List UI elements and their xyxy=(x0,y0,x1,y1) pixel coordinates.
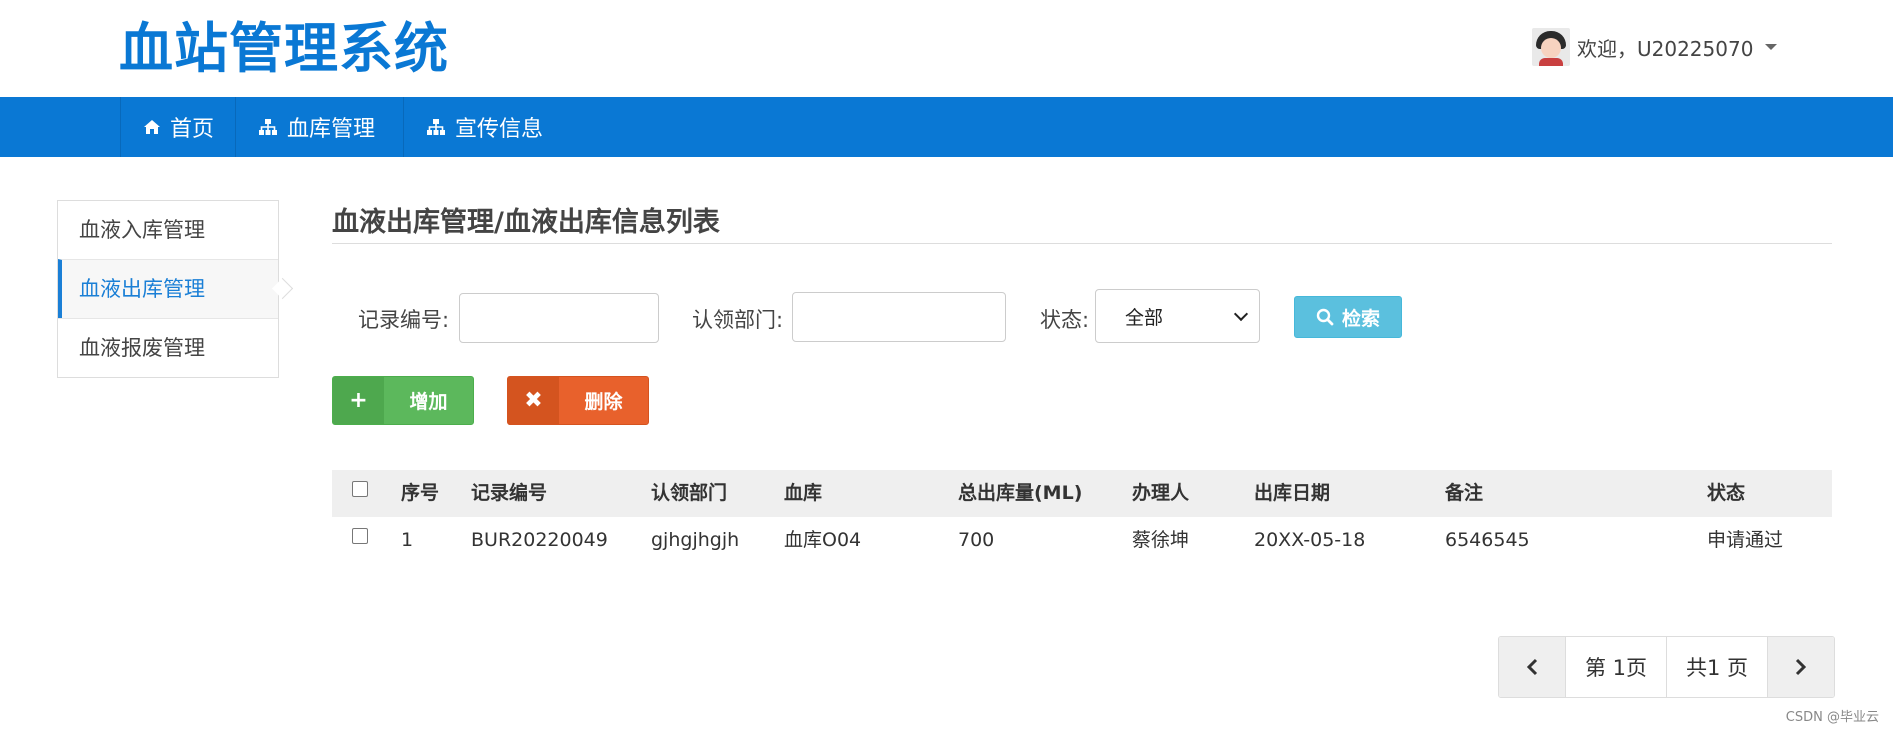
nav-item-blood-bank[interactable]: 血库管理 xyxy=(235,97,403,157)
col-header-index: 序号 xyxy=(401,482,440,504)
table-row[interactable]: 1 BUR20220049 gjhgjhgjh 血库O04 700 蔡徐坤 20… xyxy=(332,517,1832,564)
col-header-remark: 备注 xyxy=(1445,482,1484,504)
cell-blood-bank: 血库O04 xyxy=(784,529,862,551)
next-page-button[interactable] xyxy=(1767,637,1834,697)
col-header-record-no: 记录编号 xyxy=(471,482,548,504)
chevron-right-icon xyxy=(1795,658,1807,676)
sidebar-item-scrap[interactable]: 血液报废管理 xyxy=(58,318,278,377)
home-icon xyxy=(144,120,160,134)
table-header-row: 序号 记录编号 认领部门 血库 总出库量(ML) 办理人 出库日期 备注 状态 xyxy=(332,470,1832,517)
main-navbar: 首页 血库管理 宣传信息 xyxy=(0,97,1893,157)
sidebar: 血液入库管理 血液出库管理 血液报废管理 xyxy=(57,200,294,378)
nav-item-home[interactable]: 首页 xyxy=(120,97,235,157)
cell-department: gjhgjhgjh xyxy=(651,529,740,551)
record-no-input[interactable] xyxy=(459,293,659,343)
sidebar-item-outbound[interactable]: 血液出库管理 xyxy=(58,259,294,318)
delete-button-label: 删除 xyxy=(584,391,623,413)
total-pages: 共1 页 xyxy=(1666,637,1767,697)
col-header-handler: 办理人 xyxy=(1132,482,1190,504)
sitemap-icon xyxy=(427,119,445,135)
pagination: 第 1页 共1 页 xyxy=(1498,636,1835,698)
watermark: CSDN @毕业云 xyxy=(1785,710,1879,725)
user-menu[interactable]: 欢迎，U20225070 xyxy=(1532,28,1778,66)
close-icon: ✖ xyxy=(508,377,559,424)
sidebar-item-inbound[interactable]: 血液入库管理 xyxy=(58,201,278,259)
col-header-total-volume: 总出库量(ML) xyxy=(958,482,1083,504)
chevron-left-icon xyxy=(1526,658,1538,676)
record-no-label: 记录编号: xyxy=(358,308,450,332)
prev-page-button[interactable] xyxy=(1499,637,1565,697)
app-logo-title[interactable]: 血站管理系统 xyxy=(119,14,449,84)
add-button[interactable]: + 增加 xyxy=(332,376,474,425)
cell-date: 20XX-05-18 xyxy=(1254,529,1366,551)
status-label: 状态: xyxy=(1040,308,1090,332)
delete-button[interactable]: ✖ 删除 xyxy=(507,376,649,425)
cell-remark: 6546545 xyxy=(1445,529,1530,551)
divider xyxy=(332,243,1832,244)
col-header-blood-bank: 血库 xyxy=(784,482,823,504)
nav-item-publicity[interactable]: 宣传信息 xyxy=(403,97,573,157)
avatar xyxy=(1532,28,1570,66)
nav-label-blood-bank: 血库管理 xyxy=(287,117,376,142)
plus-icon: + xyxy=(333,377,384,424)
select-all-checkbox[interactable] xyxy=(352,481,368,497)
nav-label-publicity: 宣传信息 xyxy=(455,117,544,142)
cell-status: 申请通过 xyxy=(1707,529,1784,551)
search-button[interactable]: 检索 xyxy=(1294,296,1402,338)
col-header-department: 认领部门 xyxy=(651,482,728,504)
cell-total-volume: 700 xyxy=(958,529,995,551)
col-header-date: 出库日期 xyxy=(1254,482,1331,504)
outbound-table: 序号 记录编号 认领部门 血库 总出库量(ML) 办理人 出库日期 备注 状态 … xyxy=(332,470,1832,564)
caret-down-icon[interactable] xyxy=(1765,44,1778,50)
sitemap-icon xyxy=(259,119,277,135)
search-icon xyxy=(1316,308,1334,326)
department-label: 认领部门: xyxy=(692,308,784,332)
status-select-value: 全部 xyxy=(1125,306,1164,329)
status-select[interactable]: 全部 xyxy=(1095,289,1260,343)
current-page: 第 1页 xyxy=(1565,637,1666,697)
chevron-down-icon xyxy=(1233,306,1249,322)
col-header-status: 状态 xyxy=(1707,482,1746,504)
cell-record-no: BUR20220049 xyxy=(471,529,608,551)
sidebar-item-label: 血液出库管理 xyxy=(79,277,205,301)
add-button-label: 增加 xyxy=(409,391,448,413)
top-header: 血站管理系统 欢迎，U20225070 xyxy=(0,0,1893,97)
user-greeting: 欢迎，U20225070 xyxy=(1577,36,1754,61)
page-title: 血液出库管理/血液出库信息列表 xyxy=(332,207,720,238)
cell-handler: 蔡徐坤 xyxy=(1132,529,1190,551)
search-button-label: 检索 xyxy=(1341,307,1380,330)
active-pointer xyxy=(271,277,294,300)
cell-index: 1 xyxy=(401,529,414,551)
row-checkbox[interactable] xyxy=(352,528,368,544)
nav-label-home: 首页 xyxy=(170,117,215,142)
department-input[interactable] xyxy=(792,292,1006,342)
